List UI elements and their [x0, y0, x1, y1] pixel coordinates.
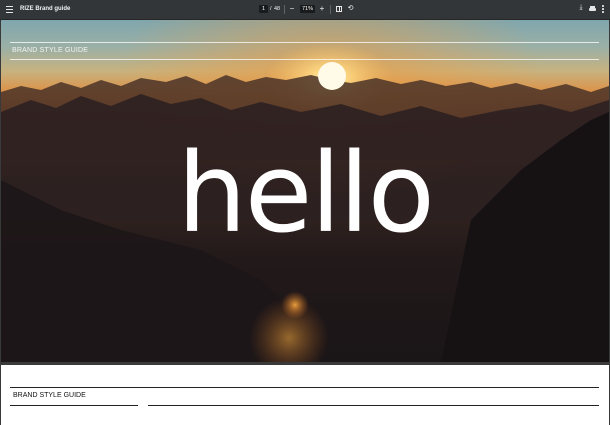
header-rule: [10, 387, 599, 388]
download-icon[interactable]: ⤓: [577, 4, 585, 12]
zoom-out-button[interactable]: −: [288, 4, 296, 13]
menu-icon[interactable]: [6, 6, 13, 13]
zoom-in-button[interactable]: +: [318, 4, 326, 13]
zoom-level-input[interactable]: 71%: [300, 5, 315, 13]
brand-guide-label: BRAND STYLE GUIDE: [12, 47, 89, 54]
more-vertical-icon[interactable]: [602, 5, 604, 14]
hero-text: hello: [177, 129, 435, 257]
toolbar-divider: [330, 5, 331, 14]
brand-guide-label: BRAND STYLE GUIDE: [13, 392, 86, 399]
section-rule: [148, 405, 599, 406]
current-page-input[interactable]: 1: [259, 5, 268, 13]
pdf-page-cover: BRAND STYLE GUIDE hello: [1, 20, 609, 362]
toolbar-divider: [284, 5, 285, 14]
document-title: RIZE Brand guide: [20, 6, 71, 12]
header-rule: [10, 59, 599, 60]
fit-to-page-icon[interactable]: [336, 6, 342, 12]
pdf-toolbar: RIZE Brand guide 1 / 48 − 71% + ⟲ ⤓: [0, 0, 610, 19]
page-separator: /: [270, 6, 272, 12]
rotate-icon[interactable]: ⟲: [347, 5, 354, 13]
header-rule: [10, 42, 599, 43]
pdf-page-2: BRAND STYLE GUIDE: [1, 365, 609, 425]
print-icon[interactable]: [589, 6, 596, 12]
section-rule: [10, 405, 138, 406]
total-pages: 48: [274, 6, 281, 12]
